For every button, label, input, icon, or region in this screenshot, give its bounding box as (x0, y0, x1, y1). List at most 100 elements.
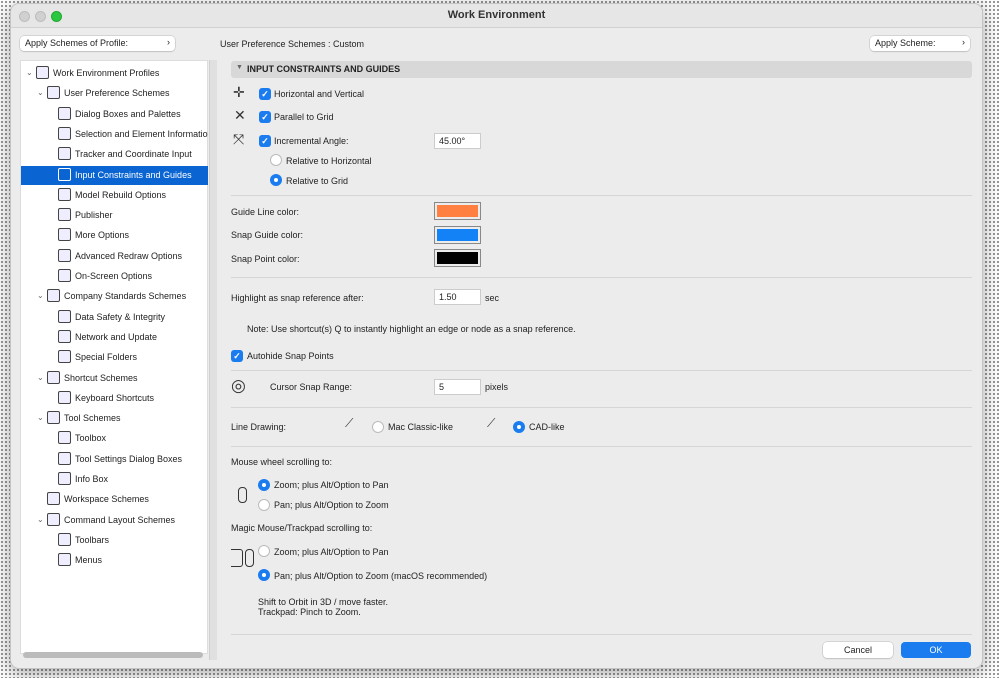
divider (231, 195, 972, 196)
tree-item[interactable]: Keyboard Shortcuts (21, 389, 208, 408)
snap-guide-color-fill (437, 229, 478, 241)
monitor-gear-icon (36, 66, 49, 79)
tree-item[interactable]: Tool Settings Dialog Boxes (21, 450, 208, 469)
mouse-pan-radio[interactable] (258, 499, 270, 511)
chevron-down-icon[interactable]: ⌄ (37, 291, 44, 300)
highlight-label: Highlight as snap reference after: (231, 293, 364, 303)
horizontal-vertical-checkbox[interactable]: ✓ (259, 88, 271, 100)
pinch-hint: Trackpad: Pinch to Zoom. (258, 607, 361, 617)
folder-icon (58, 350, 71, 364)
parallel-grid-icon: ✕ (234, 107, 246, 123)
tree-item[interactable]: Input Constraints and Guides (21, 165, 208, 185)
chevron-right-icon: › (962, 37, 965, 47)
relative-horizontal-radio[interactable] (270, 154, 282, 166)
chevron-down-icon[interactable]: ⌄ (26, 68, 33, 77)
tree-item-label: Menus (75, 555, 103, 566)
tree-item-label: Toolbars (75, 534, 110, 545)
autohide-label: Autohide Snap Points (247, 351, 334, 361)
autohide-checkbox[interactable]: ✓ (231, 350, 243, 362)
tree-item[interactable]: ⌄ Tool Schemes (21, 409, 208, 428)
mac-classic-radio[interactable] (372, 421, 384, 433)
mouse-zoom-radio[interactable] (258, 479, 270, 491)
tree-item[interactable]: ⌄ Command Layout Schemes (21, 511, 208, 530)
section-header[interactable]: ▼ INPUT CONSTRAINTS AND GUIDES (231, 61, 972, 78)
magic-mouse-icon (245, 549, 254, 567)
apply-scheme-button[interactable]: Apply Scheme: › (870, 36, 970, 51)
ok-button[interactable]: OK (901, 642, 971, 658)
snap-guide-color-swatch[interactable] (434, 226, 481, 244)
tree-item-label: Special Folders (75, 352, 138, 363)
tree-item[interactable]: Dialog Boxes and Palettes (21, 105, 208, 124)
cancel-button[interactable]: Cancel (823, 642, 893, 658)
tree-horizontal-scrollbar[interactable] (23, 652, 203, 658)
tree-item[interactable]: Model Rebuild Options (21, 186, 208, 205)
tree-item[interactable]: Selection and Element Information (21, 125, 208, 144)
relative-grid-radio[interactable] (270, 174, 282, 186)
tree-item[interactable]: Network and Update (21, 328, 208, 347)
apply-schemes-of-profile-button[interactable]: Apply Schemes of Profile: › (20, 36, 175, 51)
tree-item[interactable]: Toolbars (21, 531, 208, 550)
chevron-down-icon[interactable]: ⌄ (37, 515, 44, 524)
tree-item[interactable]: Special Folders (21, 348, 208, 367)
tree-item[interactable]: ⌄ Shortcut Schemes (21, 369, 208, 388)
tree-item[interactable]: ⌄ User Preference Schemes (21, 84, 208, 103)
mouse-cursor-icon (58, 167, 71, 181)
parallel-grid-label: Parallel to Grid (274, 112, 334, 122)
toolbox-icon (58, 431, 71, 445)
horizontal-vertical-icon: ✛ (233, 84, 245, 100)
parallel-grid-checkbox[interactable]: ✓ (259, 111, 271, 123)
tree-item[interactable]: Workspace Schemes (21, 490, 208, 509)
relative-horizontal-label: Relative to Horizontal (286, 156, 372, 166)
tree-item[interactable]: More Options (21, 226, 208, 245)
highlight-input[interactable]: 1.50 (434, 289, 481, 305)
tree-item-label: Publisher (75, 210, 113, 221)
cursor-snap-input[interactable]: 5 (434, 379, 481, 395)
mac-classic-label: Mac Classic-like (388, 422, 454, 432)
sliders-icon (58, 228, 71, 242)
chevron-down-icon[interactable]: ⌄ (37, 373, 44, 382)
snap-guide-color-label: Snap Guide color: (231, 230, 304, 240)
scheme-value: Custom (333, 39, 365, 49)
mac-classic-line-icon: ⟋ (345, 416, 354, 430)
trackpad-icon (231, 549, 243, 567)
xyz-icon (58, 147, 71, 161)
tree-item[interactable]: ⌄ Company Standards Schemes (21, 287, 208, 306)
divider (231, 370, 972, 371)
splitter[interactable] (209, 60, 217, 660)
incremental-angle-input[interactable]: 45.00° (434, 133, 481, 149)
tree-item[interactable]: Data Safety & Integrity (21, 308, 208, 327)
tree-item[interactable]: Menus (21, 551, 208, 570)
windows-icon (58, 106, 71, 120)
tree-item-label: User Preference Schemes (64, 88, 170, 99)
trackpad-pan-radio[interactable] (258, 569, 270, 581)
incremental-angle-checkbox[interactable]: ✓ (259, 135, 271, 147)
tree-item-label: Tracker and Coordinate Input (75, 149, 192, 160)
tool-settings-icon (58, 451, 71, 465)
tree-item-label: Command Layout Schemes (64, 514, 176, 525)
disclosure-triangle-icon: ▼ (236, 64, 243, 71)
mouse-zoom-label: Zoom; plus Alt/Option to Pan (274, 480, 389, 490)
cad-line-icon: ⟋ (487, 416, 496, 430)
tree-item[interactable]: Advanced Redraw Options (21, 247, 208, 266)
tree-item-label: Shortcut Schemes (64, 372, 138, 383)
tree-item-label: More Options (75, 230, 130, 241)
guide-line-color-swatch[interactable] (434, 202, 481, 220)
tree-item-label: Workspace Schemes (64, 494, 149, 505)
cad-like-radio[interactable] (513, 421, 525, 433)
chevron-right-icon: › (167, 37, 170, 47)
snap-point-color-fill (437, 252, 478, 264)
tree-item[interactable]: Publisher (21, 206, 208, 225)
tree-item[interactable]: Info Box (21, 470, 208, 489)
tree-item[interactable]: On-Screen Options (21, 267, 208, 286)
chevron-down-icon[interactable]: ⌄ (37, 88, 44, 97)
tree-item[interactable]: Tracker and Coordinate Input (21, 145, 208, 164)
cad-like-label: CAD-like (529, 422, 565, 432)
trackpad-zoom-radio[interactable] (258, 545, 270, 557)
snap-point-color-swatch[interactable] (434, 249, 481, 267)
snap-point-color-label: Snap Point color: (231, 254, 300, 264)
chevron-down-icon[interactable]: ⌄ (37, 413, 44, 422)
info-box-icon (58, 472, 71, 485)
tree-item[interactable]: ⌄ Work Environment Profiles (21, 64, 208, 83)
title-bar: Work Environment (11, 4, 982, 28)
tree-item[interactable]: Toolbox (21, 429, 208, 448)
